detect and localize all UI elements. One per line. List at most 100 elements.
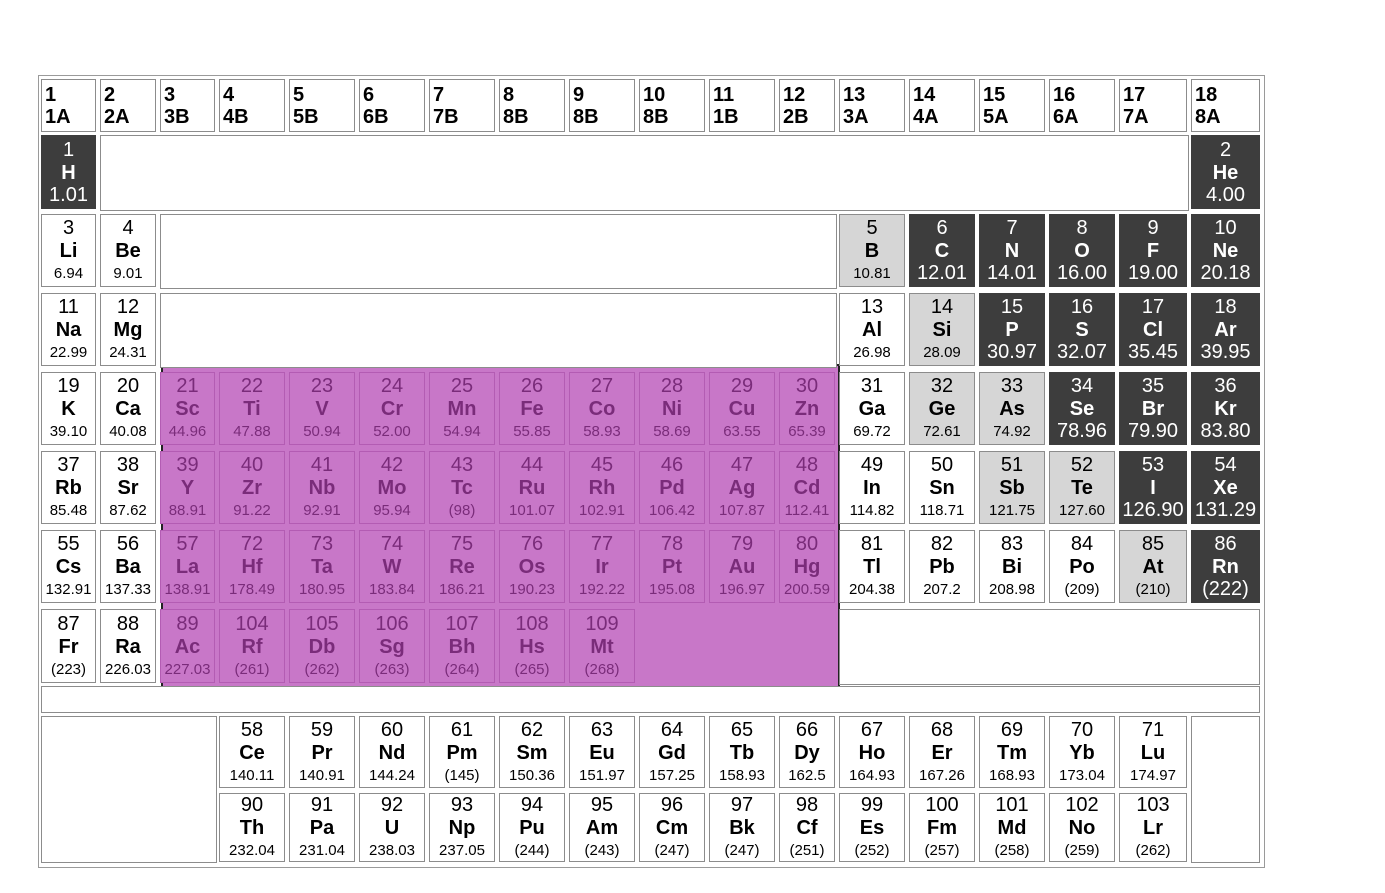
- atomic-number: 81: [860, 533, 884, 555]
- element-cell-bi: 83 Bi 208.98: [979, 530, 1045, 603]
- element-symbol: Fr: [58, 635, 79, 658]
- atomic-mass: (98): [448, 502, 476, 519]
- element-cell-fm: 100 Fm (257): [909, 793, 975, 862]
- atomic-mass: 24.31: [109, 344, 147, 361]
- element-cell-cm: 96 Cm (247): [639, 793, 705, 862]
- group-label: 3B: [164, 106, 190, 128]
- atomic-number: 103: [1136, 794, 1170, 816]
- element-symbol: Es: [859, 817, 885, 839]
- atomic-number: 36: [1214, 375, 1237, 397]
- element-symbol: Ag: [728, 477, 756, 499]
- atomic-number: 54: [1214, 454, 1237, 476]
- group-header: 11 1B: [709, 79, 775, 132]
- atomic-number: 85: [1141, 533, 1165, 555]
- atomic-number: 24: [380, 375, 404, 397]
- element-symbol: Sr: [117, 477, 139, 499]
- group-label: 8A: [1195, 106, 1221, 128]
- atomic-mass: 14.01: [986, 262, 1038, 284]
- atomic-number: 47: [730, 454, 754, 476]
- group-header: 1 1A: [41, 79, 96, 132]
- atomic-number: 105: [305, 612, 339, 635]
- atomic-number: 34: [1070, 375, 1094, 397]
- element-cell-lu: 71 Lu 174.97: [1119, 716, 1187, 788]
- element-cell-as: 33 As 74.92: [979, 372, 1045, 445]
- atomic-number: 106: [375, 612, 409, 635]
- element-cell-sc: 21 Sc 44.96: [160, 372, 215, 445]
- element-symbol: Po: [1069, 556, 1095, 578]
- atomic-number: 65: [730, 718, 754, 741]
- element-cell-rf: 104 Rf (261): [219, 609, 285, 683]
- atomic-number: 10: [1214, 217, 1237, 239]
- atomic-mass: 4.00: [1206, 183, 1245, 206]
- element-cell-be: 4 Be 9.01: [100, 214, 156, 287]
- atomic-number: 59: [310, 718, 334, 741]
- atomic-number: 63: [590, 718, 614, 741]
- element-cell-u: 92 U 238.03: [359, 793, 425, 862]
- atomic-number: 100: [925, 794, 959, 816]
- atomic-mass: 227.03: [164, 660, 211, 678]
- atomic-number: 22: [240, 375, 264, 397]
- group-number: 3: [164, 84, 176, 106]
- element-symbol: Pr: [311, 741, 333, 764]
- element-symbol: Sb: [999, 477, 1025, 499]
- atomic-mass: 204.38: [849, 581, 895, 598]
- atomic-mass: 195.08: [649, 581, 695, 598]
- element-symbol: Ge: [928, 398, 956, 420]
- element-symbol: Al: [862, 319, 882, 341]
- element-cell-ag: 47 Ag 107.87: [709, 451, 775, 524]
- atomic-mass: 58.93: [583, 423, 621, 440]
- atomic-number: 66: [795, 718, 819, 741]
- group-number: 15: [983, 84, 1006, 106]
- atomic-mass: 63.55: [723, 423, 761, 440]
- atomic-number: 71: [1141, 718, 1165, 741]
- atomic-mass: 183.84: [369, 581, 415, 598]
- element-cell-rh: 45 Rh 102.91: [569, 451, 635, 524]
- element-symbol: Ni: [662, 398, 682, 420]
- atomic-mass: 35.45: [1127, 341, 1179, 363]
- element-cell-eu: 63 Eu 151.97: [569, 716, 635, 788]
- element-cell-ni: 28 Ni 58.69: [639, 372, 705, 445]
- element-cell-hs: 108 Hs (265): [499, 609, 565, 683]
- atomic-mass: 186.21: [439, 581, 485, 598]
- atomic-number: 33: [1000, 375, 1024, 397]
- element-cell-cd: 48 Cd 112.41: [779, 451, 835, 524]
- atomic-mass: 112.41: [784, 502, 830, 519]
- atomic-number: 6: [936, 217, 948, 239]
- element-cell-sg: 106 Sg (263): [359, 609, 425, 683]
- element-cell-cr: 24 Cr 52.00: [359, 372, 425, 445]
- element-cell-c: 6 C 12.01: [909, 214, 975, 287]
- atomic-mass: 190.23: [509, 581, 555, 598]
- element-symbol: Mt: [590, 635, 614, 658]
- element-cell-al: 13 Al 26.98: [839, 293, 905, 366]
- element-symbol: Hs: [519, 635, 545, 658]
- element-symbol: Tb: [729, 741, 755, 764]
- element-symbol: Lr: [1143, 817, 1163, 839]
- element-cell-pa: 91 Pa 231.04: [289, 793, 355, 862]
- atomic-number: 84: [1070, 533, 1094, 555]
- element-symbol: Rb: [55, 477, 82, 499]
- atomic-number: 51: [1000, 454, 1024, 476]
- atomic-number: 11: [58, 296, 79, 318]
- element-symbol: Np: [448, 817, 476, 839]
- element-symbol: At: [1142, 556, 1164, 578]
- element-cell-si: 14 Si 28.09: [909, 293, 975, 366]
- atomic-number: 75: [450, 533, 474, 555]
- element-cell-po: 84 Po (209): [1049, 530, 1115, 603]
- element-cell-zn: 30 Zn 65.39: [779, 372, 835, 445]
- atomic-mass: (263): [374, 660, 410, 678]
- element-cell-pt: 78 Pt 195.08: [639, 530, 705, 603]
- atomic-number: 58: [240, 718, 264, 741]
- atomic-number: 68: [930, 718, 954, 741]
- atomic-number: 56: [116, 533, 140, 555]
- atomic-number: 23: [310, 375, 334, 397]
- atomic-number: 29: [730, 375, 754, 397]
- group-number: 17: [1123, 84, 1146, 106]
- element-cell-nb: 41 Nb 92.91: [289, 451, 355, 524]
- atomic-mass: 65.39: [788, 423, 826, 440]
- element-cell-ra: 88 Ra 226.03: [100, 609, 156, 683]
- atomic-number: 70: [1070, 718, 1094, 741]
- group-label: 6B: [363, 106, 389, 128]
- element-cell-cf: 98 Cf (251): [779, 793, 835, 862]
- element-cell-ac: 89 Ac 227.03: [160, 609, 215, 683]
- atomic-number: 80: [795, 533, 819, 555]
